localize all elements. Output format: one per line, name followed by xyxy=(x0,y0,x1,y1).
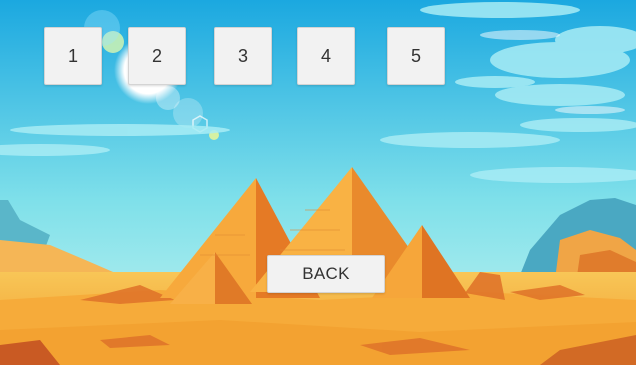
level-2-button[interactable]: 2 xyxy=(128,27,186,85)
level-3-button[interactable]: 3 xyxy=(214,27,272,85)
lens-flare xyxy=(173,98,203,128)
level-1-button[interactable]: 1 xyxy=(44,27,102,85)
level-4-button[interactable]: 4 xyxy=(297,27,355,85)
game-screen: 1 2 3 4 5 BACK xyxy=(0,0,636,365)
level-5-button[interactable]: 5 xyxy=(387,27,445,85)
back-button[interactable]: BACK xyxy=(267,255,385,293)
